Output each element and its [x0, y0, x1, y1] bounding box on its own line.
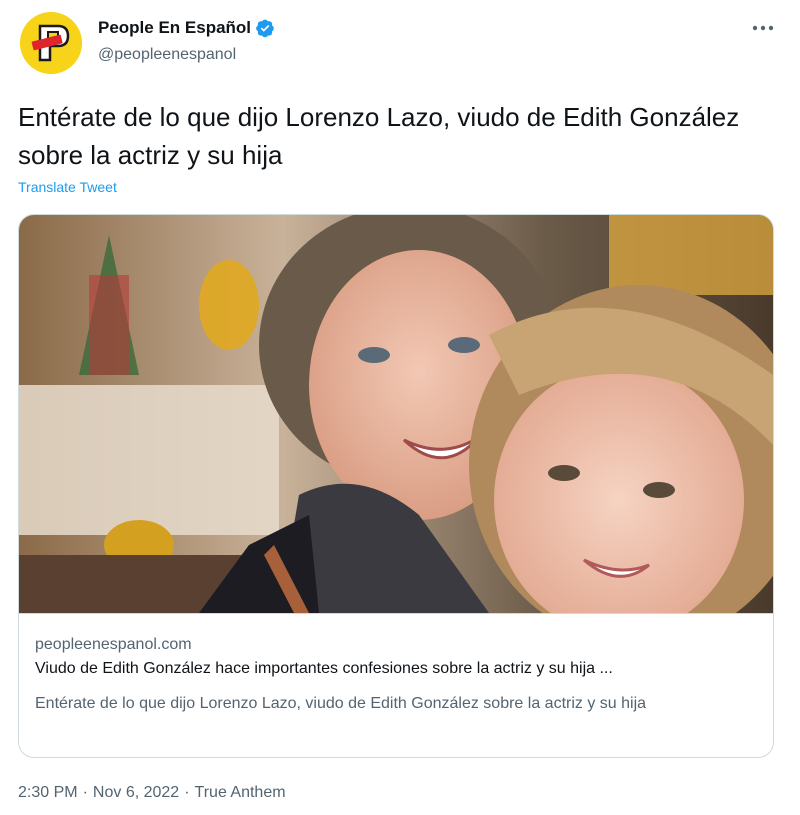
card-title: Viudo de Edith González hace importantes… [35, 660, 613, 677]
tweet-text: Entérate de lo que dijo Lorenzo Lazo, vi… [18, 102, 740, 170]
verified-badge-icon [256, 19, 274, 38]
tweet-time[interactable]: 2:30 PM [18, 784, 78, 802]
author-display-name[interactable]: People En Español [98, 18, 251, 38]
card-domain: peopleenespanol.com [35, 636, 192, 653]
separator: · [184, 784, 190, 801]
avatar[interactable] [20, 12, 82, 74]
author-name-row[interactable]: People En Español [98, 18, 275, 38]
more-options-icon [752, 25, 774, 31]
link-preview-card[interactable]: peopleenespanol.com Viudo de Edith Gonzá… [18, 214, 774, 758]
tweet-date[interactable]: Nov 6, 2022 [93, 784, 179, 802]
timestamp-row: 2:30 PM · Nov 6, 2022 · True Anthem [18, 784, 286, 802]
people-en-espanol-logo-icon [20, 12, 82, 74]
article-photo-image [19, 215, 773, 613]
card-description: Entérate de lo que dijo Lorenzo Lazo, vi… [35, 695, 647, 712]
author-handle[interactable]: @peopleenespanol [98, 46, 236, 64]
more-options-button[interactable] [748, 16, 778, 40]
card-meta[interactable]: peopleenespanol.com Viudo de Edith Gonzá… [19, 613, 773, 757]
tweet-source[interactable]: True Anthem [195, 784, 286, 802]
card-image[interactable] [19, 215, 773, 613]
translate-tweet-link[interactable]: Translate Tweet [18, 179, 117, 195]
separator: · [82, 784, 88, 801]
tweet: People En Español @peopleenespanol Entér… [0, 0, 800, 815]
